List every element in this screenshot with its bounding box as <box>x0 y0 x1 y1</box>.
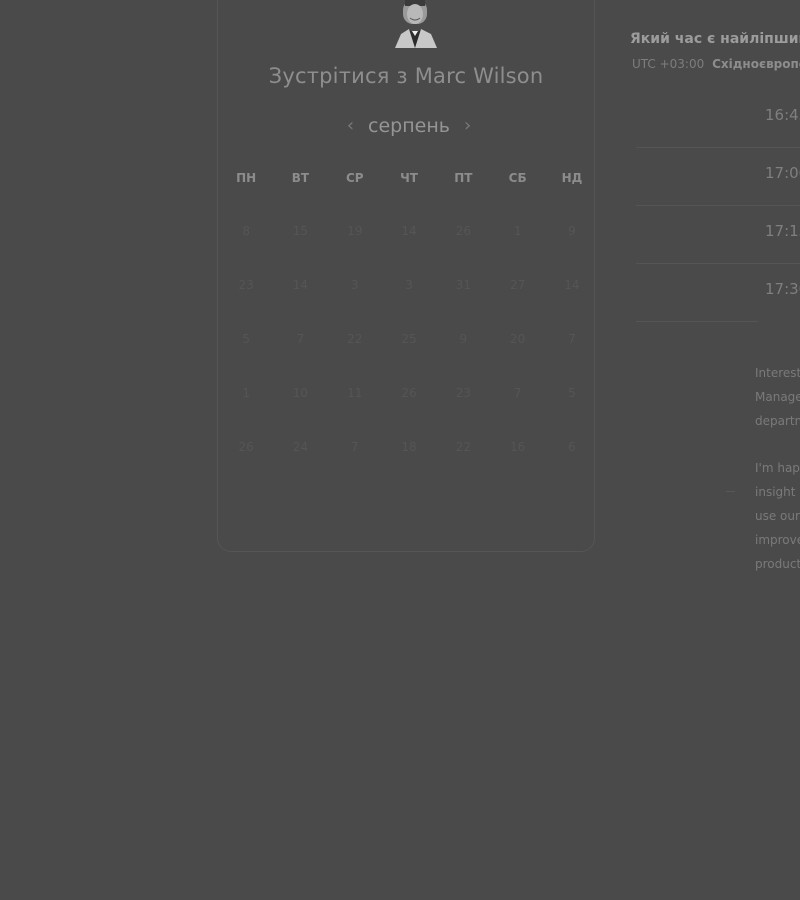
calendar-day[interactable]: 23 <box>219 278 273 332</box>
weekday-header: ПН ВТ СР ЧТ ПТ СБ НД <box>219 171 599 185</box>
weekday-label: ПН <box>236 171 257 185</box>
calendar-day-grid: 8 15 19 14 26 1 9 23 14 3 3 31 27 14 5 7… <box>219 224 599 494</box>
booking-page: Зустрітися з Marc Wilson ‹ серпень › ПН … <box>0 0 800 900</box>
calendar-day[interactable]: 25 <box>382 332 436 386</box>
weekday-label: НД <box>561 171 583 185</box>
time-slot[interactable]: 17:00 <box>636 148 800 206</box>
calendar-day[interactable]: 9 <box>545 224 599 278</box>
host-avatar <box>391 0 439 48</box>
calendar-day[interactable]: 26 <box>436 224 490 278</box>
description-line: product <box>755 557 800 571</box>
calendar-day[interactable]: 31 <box>436 278 490 332</box>
description-line: Interest <box>755 366 800 380</box>
time-slot[interactable]: 17:15 <box>636 206 800 264</box>
calendar-day[interactable]: 7 <box>328 440 382 494</box>
calendar-day[interactable]: 24 <box>273 440 327 494</box>
calendar-day[interactable]: 7 <box>490 386 544 440</box>
calendar-day[interactable]: 26 <box>382 386 436 440</box>
time-slot-label: 17:00 <box>765 164 800 182</box>
chevron-left-icon[interactable]: ‹ <box>347 117 354 135</box>
description-line: improve <box>755 533 800 547</box>
timezone-name: Східноєвропе <box>712 57 800 71</box>
calendar-day[interactable]: 3 <box>328 278 382 332</box>
description-line: departm <box>755 414 800 428</box>
host-name: Marc Wilson <box>414 64 544 88</box>
calendar-day[interactable]: 22 <box>436 440 490 494</box>
calendar-day[interactable]: 5 <box>219 332 273 386</box>
calendar-day[interactable]: 8 <box>219 224 273 278</box>
description-line: use our <box>755 509 800 523</box>
host-title-prefix: Зустрітися з <box>268 64 408 88</box>
timezone-offset: UTC +03:00 <box>632 57 705 71</box>
time-slot-label: 17:30 <box>765 280 800 298</box>
month-navigation: ‹ серпень › <box>217 112 601 140</box>
calendar-day[interactable]: 23 <box>436 386 490 440</box>
calendar-day[interactable]: 14 <box>545 278 599 332</box>
description-line: Manage <box>755 390 800 404</box>
calendar-day[interactable]: 7 <box>273 332 327 386</box>
calendar-day[interactable]: 6 <box>545 440 599 494</box>
description-text: I'm happ insight i use our improve produ… <box>755 456 800 576</box>
calendar-day[interactable]: 1 <box>490 224 544 278</box>
calendar-day[interactable]: 16 <box>490 440 544 494</box>
description-line: insight i <box>755 485 800 499</box>
calendar-day[interactable]: 1 <box>219 386 273 440</box>
weekday-label: ВТ <box>291 171 310 185</box>
calendar-day[interactable]: 15 <box>273 224 327 278</box>
calendar-day[interactable]: 26 <box>219 440 273 494</box>
time-slot[interactable]: 16:45 <box>636 90 800 148</box>
host-title: Зустрітися з Marc Wilson <box>217 64 595 88</box>
calendar-day[interactable]: 11 <box>328 386 382 440</box>
description-text: Interest Manage departm <box>755 361 800 433</box>
calendar-day[interactable]: 3 <box>382 278 436 332</box>
time-slot-label: 17:15 <box>765 222 800 240</box>
calendar-day[interactable]: 5 <box>545 386 599 440</box>
month-label: серпень <box>368 115 450 137</box>
calendar-day[interactable]: 18 <box>382 440 436 494</box>
calendar-day[interactable]: 9 <box>436 332 490 386</box>
calendar-day[interactable]: 20 <box>490 332 544 386</box>
description-line: I'm happ <box>755 461 800 475</box>
divider <box>726 491 735 492</box>
weekday-label: ЧТ <box>400 171 418 185</box>
time-slot[interactable]: 17:30 <box>636 264 800 322</box>
timezone-row[interactable]: UTC +03:00 Східноєвропе <box>632 57 800 71</box>
calendar-day[interactable]: 19 <box>328 224 382 278</box>
weekday-label: СБ <box>508 171 527 185</box>
calendar-day[interactable]: 22 <box>328 332 382 386</box>
time-question: Який час є найліпшим <box>630 31 800 47</box>
calendar-day[interactable]: 14 <box>382 224 436 278</box>
calendar-day[interactable]: 7 <box>545 332 599 386</box>
calendar-day[interactable]: 10 <box>273 386 327 440</box>
chevron-right-icon[interactable]: › <box>464 117 471 135</box>
calendar-day[interactable]: 14 <box>273 278 327 332</box>
calendar-day[interactable]: 27 <box>490 278 544 332</box>
time-slot-label: 16:45 <box>765 106 800 124</box>
weekday-label: ПТ <box>454 171 473 185</box>
weekday-label: СР <box>345 171 364 185</box>
